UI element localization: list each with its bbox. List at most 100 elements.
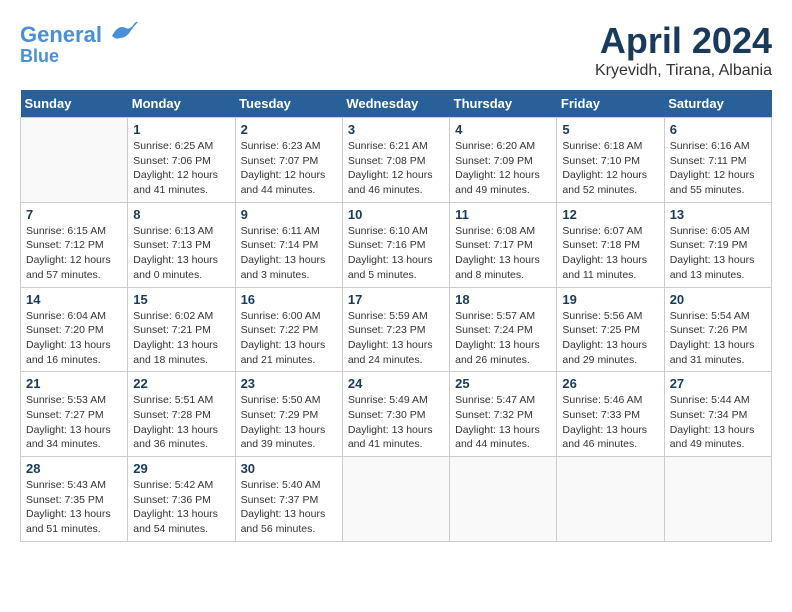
weekday-header-wednesday: Wednesday xyxy=(342,90,449,118)
day-info: Sunrise: 6:16 AMSunset: 7:11 PMDaylight:… xyxy=(670,139,766,198)
day-info: Sunrise: 5:57 AMSunset: 7:24 PMDaylight:… xyxy=(455,309,551,368)
day-number: 25 xyxy=(455,376,551,391)
month-title: April 2024 xyxy=(595,20,772,62)
day-info: Sunrise: 5:49 AMSunset: 7:30 PMDaylight:… xyxy=(348,393,444,452)
day-cell: 4Sunrise: 6:20 AMSunset: 7:09 PMDaylight… xyxy=(450,118,557,203)
day-cell: 19 Sunrise: 5:56 AMSunset: 7:25 PMDayligh… xyxy=(557,287,664,372)
day-number: 15 xyxy=(133,292,229,307)
day-number: 26 xyxy=(562,376,658,391)
day-cell xyxy=(342,457,449,542)
day-cell: 30Sunrise: 5:40 AMSunset: 7:37 PMDayligh… xyxy=(235,457,342,542)
day-info: Sunrise: 6:07 AMSunset: 7:18 PMDaylight:… xyxy=(562,224,658,283)
day-info: Sunrise: 6:13 AMSunset: 7:13 PMDaylight:… xyxy=(133,224,229,283)
day-cell: 6 Sunrise: 6:16 AMSunset: 7:11 PMDaylight… xyxy=(664,118,771,203)
header: General Blue April 2024 Kryevidh, Tirana… xyxy=(20,20,772,80)
day-info: Sunrise: 5:56 AMSunset: 7:25 PMDaylight:… xyxy=(562,309,658,368)
day-cell: 28 Sunrise: 5:43 AMSunset: 7:35 PMDayligh… xyxy=(21,457,128,542)
day-info: Sunrise: 6:18 AMSunset: 7:10 PMDaylight:… xyxy=(562,139,658,198)
day-number: 10 xyxy=(348,207,444,222)
day-cell xyxy=(664,457,771,542)
day-cell: 24 Sunrise: 5:49 AMSunset: 7:30 PMDayligh… xyxy=(342,372,449,457)
day-number: 19 xyxy=(562,292,658,307)
day-cell: 23 Sunrise: 5:50 AMSunset: 7:29 PMDayligh… xyxy=(235,372,342,457)
day-cell: 1Sunrise: 6:25 AMSunset: 7:06 PMDaylight… xyxy=(128,118,235,203)
day-cell: 3 Sunrise: 6:21 AMSunset: 7:08 PMDaylight… xyxy=(342,118,449,203)
day-info: Sunrise: 5:46 AMSunset: 7:33 PMDaylight:… xyxy=(562,393,658,452)
day-cell: 18 Sunrise: 5:57 AMSunset: 7:24 PMDayligh… xyxy=(450,287,557,372)
day-info: Sunrise: 6:11 AMSunset: 7:14 PMDaylight:… xyxy=(241,224,337,283)
day-number: 18 xyxy=(455,292,551,307)
title-area: April 2024 Kryevidh, Tirana, Albania xyxy=(595,20,772,80)
day-number: 3 xyxy=(348,122,444,137)
day-info: Sunrise: 5:59 AMSunset: 7:23 PMDaylight:… xyxy=(348,309,444,368)
day-info: Sunrise: 5:40 AMSunset: 7:37 PMDaylight:… xyxy=(241,478,337,537)
day-number: 1 xyxy=(133,122,229,137)
week-row-2: 7 Sunrise: 6:15 AMSunset: 7:12 PMDaylight… xyxy=(21,202,772,287)
calendar-header: SundayMondayTuesdayWednesdayThursdayFrid… xyxy=(21,90,772,118)
day-info: Sunrise: 5:53 AMSunset: 7:27 PMDaylight:… xyxy=(26,393,122,452)
day-number: 16 xyxy=(241,292,337,307)
day-cell: 14Sunrise: 6:04 AMSunset: 7:20 PMDayligh… xyxy=(21,287,128,372)
day-cell: 7 Sunrise: 6:15 AMSunset: 7:12 PMDaylight… xyxy=(21,202,128,287)
day-cell: 25 Sunrise: 5:47 AMSunset: 7:32 PMDayligh… xyxy=(450,372,557,457)
logo-text: General xyxy=(20,20,138,47)
day-number: 8 xyxy=(133,207,229,222)
weekday-header-sunday: Sunday xyxy=(21,90,128,118)
day-info: Sunrise: 6:15 AMSunset: 7:12 PMDaylight:… xyxy=(26,224,122,283)
day-cell: 8 Sunrise: 6:13 AMSunset: 7:13 PMDaylight… xyxy=(128,202,235,287)
logo: General Blue xyxy=(20,20,138,67)
day-cell: 10 Sunrise: 6:10 AMSunset: 7:16 PMDayligh… xyxy=(342,202,449,287)
day-cell: 21 Sunrise: 5:53 AMSunset: 7:27 PMDayligh… xyxy=(21,372,128,457)
day-cell: 26 Sunrise: 5:46 AMSunset: 7:33 PMDayligh… xyxy=(557,372,664,457)
day-cell: 5 Sunrise: 6:18 AMSunset: 7:10 PMDaylight… xyxy=(557,118,664,203)
day-info: Sunrise: 5:42 AMSunset: 7:36 PMDaylight:… xyxy=(133,478,229,537)
day-number: 6 xyxy=(670,122,766,137)
day-number: 11 xyxy=(455,207,551,222)
day-cell: 17 Sunrise: 5:59 AMSunset: 7:23 PMDayligh… xyxy=(342,287,449,372)
day-number: 9 xyxy=(241,207,337,222)
day-info: Sunrise: 6:05 AMSunset: 7:19 PMDaylight:… xyxy=(670,224,766,283)
day-number: 27 xyxy=(670,376,766,391)
day-number: 23 xyxy=(241,376,337,391)
day-cell xyxy=(450,457,557,542)
week-row-3: 14Sunrise: 6:04 AMSunset: 7:20 PMDayligh… xyxy=(21,287,772,372)
day-info: Sunrise: 5:51 AMSunset: 7:28 PMDaylight:… xyxy=(133,393,229,452)
day-info: Sunrise: 5:43 AMSunset: 7:35 PMDaylight:… xyxy=(26,478,122,537)
day-cell xyxy=(557,457,664,542)
day-info: Sunrise: 6:04 AMSunset: 7:20 PMDaylight:… xyxy=(26,309,122,368)
day-number: 7 xyxy=(26,207,122,222)
day-cell: 22 Sunrise: 5:51 AMSunset: 7:28 PMDayligh… xyxy=(128,372,235,457)
day-info: Sunrise: 5:54 AMSunset: 7:26 PMDaylight:… xyxy=(670,309,766,368)
day-number: 29 xyxy=(133,461,229,476)
day-cell: 13 Sunrise: 6:05 AMSunset: 7:19 PMDayligh… xyxy=(664,202,771,287)
day-cell: 20 Sunrise: 5:54 AMSunset: 7:26 PMDayligh… xyxy=(664,287,771,372)
day-number: 21 xyxy=(26,376,122,391)
day-number: 17 xyxy=(348,292,444,307)
week-row-1: 1Sunrise: 6:25 AMSunset: 7:06 PMDaylight… xyxy=(21,118,772,203)
day-info: Sunrise: 5:47 AMSunset: 7:32 PMDaylight:… xyxy=(455,393,551,452)
day-number: 2 xyxy=(241,122,337,137)
day-cell: 16Sunrise: 6:00 AMSunset: 7:22 PMDayligh… xyxy=(235,287,342,372)
day-cell: 9 Sunrise: 6:11 AMSunset: 7:14 PMDaylight… xyxy=(235,202,342,287)
day-info: Sunrise: 6:21 AMSunset: 7:08 PMDaylight:… xyxy=(348,139,444,198)
day-number: 24 xyxy=(348,376,444,391)
weekday-row: SundayMondayTuesdayWednesdayThursdayFrid… xyxy=(21,90,772,118)
day-info: Sunrise: 6:20 AMSunset: 7:09 PMDaylight:… xyxy=(455,139,551,198)
day-number: 5 xyxy=(562,122,658,137)
day-number: 28 xyxy=(26,461,122,476)
day-number: 22 xyxy=(133,376,229,391)
day-number: 20 xyxy=(670,292,766,307)
weekday-header-thursday: Thursday xyxy=(450,90,557,118)
logo-bird-icon xyxy=(110,20,138,42)
day-cell: 11 Sunrise: 6:08 AMSunset: 7:17 PMDayligh… xyxy=(450,202,557,287)
day-info: Sunrise: 6:23 AMSunset: 7:07 PMDaylight:… xyxy=(241,139,337,198)
week-row-4: 21 Sunrise: 5:53 AMSunset: 7:27 PMDayligh… xyxy=(21,372,772,457)
day-info: Sunrise: 6:10 AMSunset: 7:16 PMDaylight:… xyxy=(348,224,444,283)
day-cell: 15Sunrise: 6:02 AMSunset: 7:21 PMDayligh… xyxy=(128,287,235,372)
day-cell: 27Sunrise: 5:44 AMSunset: 7:34 PMDayligh… xyxy=(664,372,771,457)
day-cell: 12Sunrise: 6:07 AMSunset: 7:18 PMDayligh… xyxy=(557,202,664,287)
calendar-table: SundayMondayTuesdayWednesdayThursdayFrid… xyxy=(20,90,772,542)
day-info: Sunrise: 5:50 AMSunset: 7:29 PMDaylight:… xyxy=(241,393,337,452)
day-info: Sunrise: 6:08 AMSunset: 7:17 PMDaylight:… xyxy=(455,224,551,283)
day-number: 13 xyxy=(670,207,766,222)
